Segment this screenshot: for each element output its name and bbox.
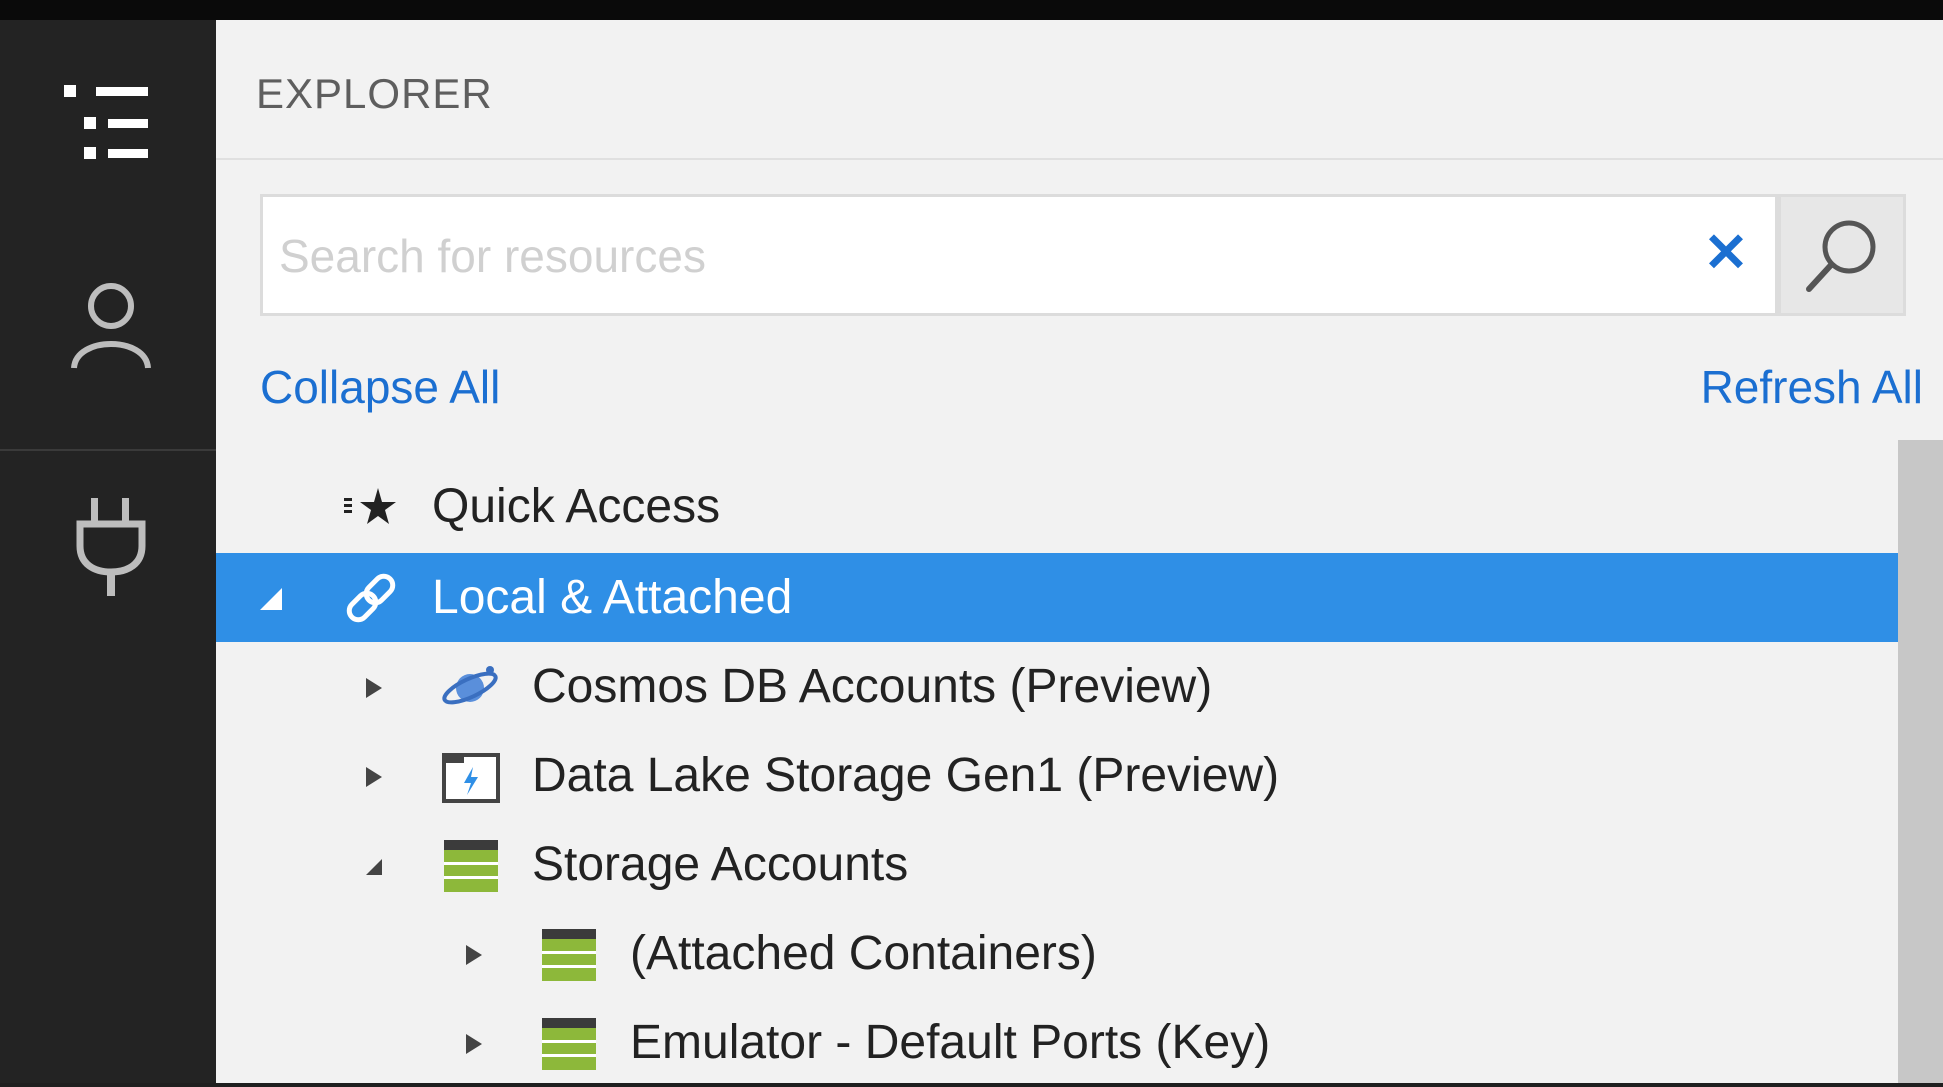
- tree-item-label: Local & Attached: [432, 571, 793, 624]
- quick-access-icon: [340, 476, 402, 538]
- tree-item-label: Data Lake Storage Gen1 (Preview): [532, 749, 1280, 802]
- refresh-all-link[interactable]: Refresh All: [1701, 360, 1923, 414]
- search-box: [260, 194, 1778, 316]
- search-icon: [1806, 220, 1876, 292]
- collapse-all-link[interactable]: Collapse All: [260, 360, 500, 414]
- window-top-edge: [0, 0, 1943, 20]
- link-icon: [340, 567, 402, 629]
- expanded-arrow-icon[interactable]: [256, 584, 286, 614]
- storage-account-icon: [538, 923, 600, 985]
- expanded-arrow-icon[interactable]: [358, 851, 388, 881]
- tree-item-label: Quick Access: [432, 480, 721, 533]
- account-icon[interactable]: [56, 270, 166, 380]
- data-lake-icon: [440, 745, 502, 807]
- storage-account-icon: [538, 1012, 600, 1074]
- panel-title: EXPLORER: [256, 70, 493, 117]
- tree-item-storage-accounts[interactable]: Storage Accounts: [216, 820, 1898, 909]
- collapsed-arrow-icon[interactable]: [358, 762, 388, 792]
- connect-plug-icon[interactable]: [56, 490, 166, 600]
- collapsed-arrow-icon[interactable]: [458, 1029, 488, 1059]
- panel-header: EXPLORER: [216, 20, 1943, 160]
- storage-account-icon: [440, 834, 502, 896]
- activity-separator: [0, 449, 216, 451]
- tree-item-label: (Attached Containers): [630, 927, 1097, 980]
- tree-item-attached-containers[interactable]: (Attached Containers): [216, 909, 1898, 998]
- explorer-icon[interactable]: [56, 75, 166, 185]
- collapsed-arrow-icon[interactable]: [358, 673, 388, 703]
- clear-search-button[interactable]: ✕: [1676, 190, 1776, 316]
- activity-bar: [0, 20, 216, 1083]
- tree-item-emulator[interactable]: Emulator - Default Ports (Key): [216, 998, 1898, 1087]
- tree-item-quick-access[interactable]: Quick Access: [216, 462, 1898, 551]
- explorer-panel: EXPLORER ✕ Collapse All Refresh All Quic…: [216, 20, 1943, 1083]
- collapsed-arrow-icon[interactable]: [458, 940, 488, 970]
- tree-scrollbar[interactable]: [1898, 440, 1943, 1083]
- tree-item-local-attached[interactable]: Local & Attached: [216, 553, 1898, 642]
- cosmos-db-icon: [440, 656, 502, 718]
- tree-item-data-lake[interactable]: Data Lake Storage Gen1 (Preview): [216, 731, 1898, 820]
- tree-item-label: Storage Accounts: [532, 838, 909, 891]
- tree-item-label: Cosmos DB Accounts (Preview): [532, 660, 1213, 713]
- tree-item-label: Emulator - Default Ports (Key): [630, 1016, 1271, 1069]
- tree-item-cosmos-db[interactable]: Cosmos DB Accounts (Preview): [216, 642, 1898, 731]
- close-icon: ✕: [1703, 223, 1749, 283]
- search-input[interactable]: [277, 215, 1581, 297]
- search-button[interactable]: [1778, 194, 1906, 316]
